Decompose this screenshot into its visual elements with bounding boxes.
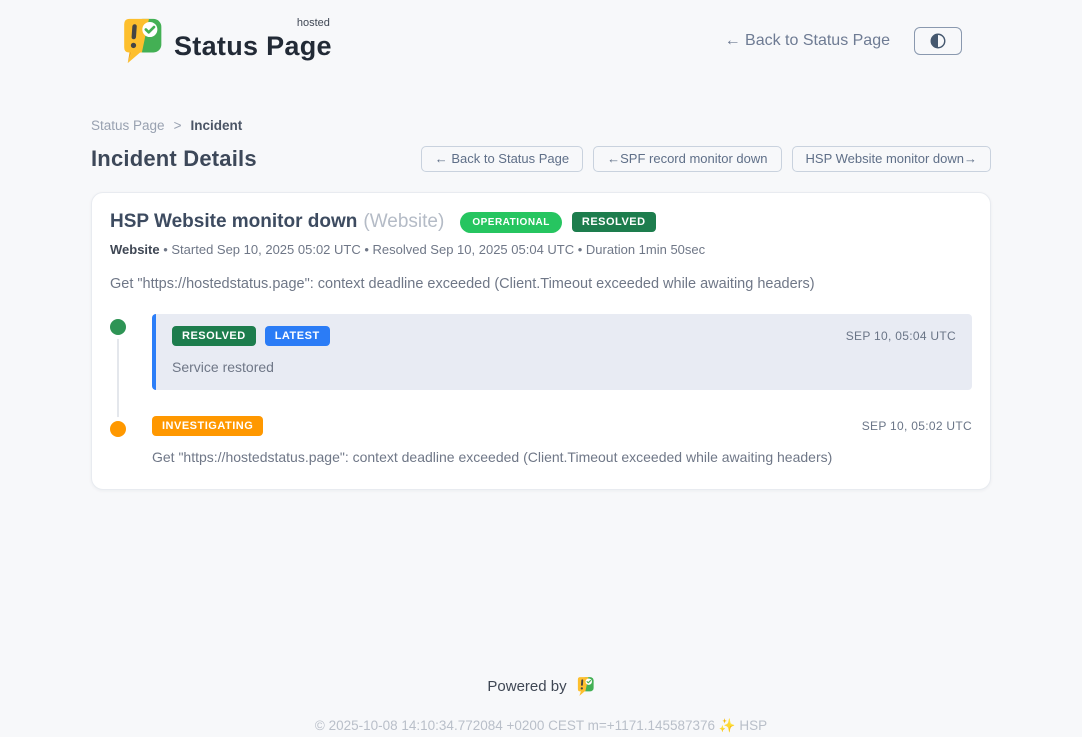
timeline-entry-investigating: INVESTIGATING SEP 10, 05:02 UTC Get "htt… [110,416,972,465]
timeline-entry-content: INVESTIGATING SEP 10, 05:02 UTC Get "htt… [152,416,972,465]
breadcrumb-separator: > [174,118,182,133]
resolved-badge: RESOLVED [172,326,256,346]
timeline-dot-column [110,416,152,465]
timeline-dot-column [110,314,152,390]
incident-description: Get "https://hostedstatus.page": context… [110,276,972,292]
incident-component: (Website) [363,211,444,233]
incident-card: HSP Website monitor down (Website) OPERA… [91,192,991,490]
timeline-badges: RESOLVED LATEST [172,326,330,346]
prev-incident-button[interactable]: ←SPF record monitor down [593,146,781,172]
back-to-status-page-button[interactable]: ← Back to Status Page [421,146,583,172]
timeline-dot-green [110,319,126,335]
latest-badge: LATEST [265,326,330,346]
timeline-timestamp: SEP 10, 05:04 UTC [846,329,956,343]
incident-meta: Website • Started Sep 10, 2025 05:02 UTC… [110,242,972,257]
page-title: Incident Details [91,146,257,172]
timeline-timestamp: SEP 10, 05:02 UTC [862,419,972,433]
investigating-badge: INVESTIGATING [152,416,263,436]
footer: Powered by © 2025-10-08 14:10:34.772084 … [0,676,1082,734]
brand-name: Status Page [174,31,332,61]
incident-meta-component: Website [110,242,160,257]
timeline-entry-content: RESOLVED LATEST SEP 10, 05:04 UTC Servic… [152,314,972,390]
breadcrumb-incident: Incident [190,118,242,133]
status-page-mini-logo-icon[interactable] [575,676,595,697]
incident-title: HSP Website monitor down [110,211,357,233]
operational-status-badge: OPERATIONAL [460,212,562,233]
timeline-message: Get "https://hostedstatus.page": context… [152,449,972,465]
brand-logo: Status Page hosted [118,16,332,66]
breadcrumb-status-page[interactable]: Status Page [91,118,165,133]
header-back-link[interactable]: ← Back to Status Page [725,32,890,50]
brand-text: Status Page hosted [174,21,332,62]
powered-by: Powered by [0,676,1082,697]
incident-timeline: RESOLVED LATEST SEP 10, 05:04 UTC Servic… [110,314,972,465]
copyright-line: © 2025-10-08 14:10:34.772084 +0200 CEST … [0,718,1082,734]
header-right: ← Back to Status Page [725,27,962,55]
incident-card-header: HSP Website monitor down (Website) OPERA… [110,211,972,233]
status-page-logo-icon [118,16,164,66]
half-circle-contrast-icon [929,32,947,50]
theme-toggle-button[interactable] [914,27,962,55]
timeline-entry-resolved: RESOLVED LATEST SEP 10, 05:04 UTC Servic… [110,314,972,390]
timeline-message: Service restored [172,359,956,375]
title-row: Incident Details ← Back to Status Page ←… [91,146,991,172]
incident-nav-buttons: ← Back to Status Page ←SPF record monito… [421,146,991,172]
main-content: Status Page > Incident Incident Details … [91,118,991,490]
next-incident-button[interactable]: HSP Website monitor down→ [792,146,991,172]
timeline-dot-orange [110,421,126,437]
header: Status Page hosted ← Back to Status Page [0,0,1082,66]
powered-by-label: Powered by [487,678,566,695]
incident-meta-details: • Started Sep 10, 2025 05:02 UTC • Resol… [160,242,706,257]
brand-hosted-label: hosted [297,17,330,29]
breadcrumb: Status Page > Incident [91,118,991,133]
timeline-badges: INVESTIGATING [152,416,263,436]
resolved-state-badge: RESOLVED [572,212,656,232]
